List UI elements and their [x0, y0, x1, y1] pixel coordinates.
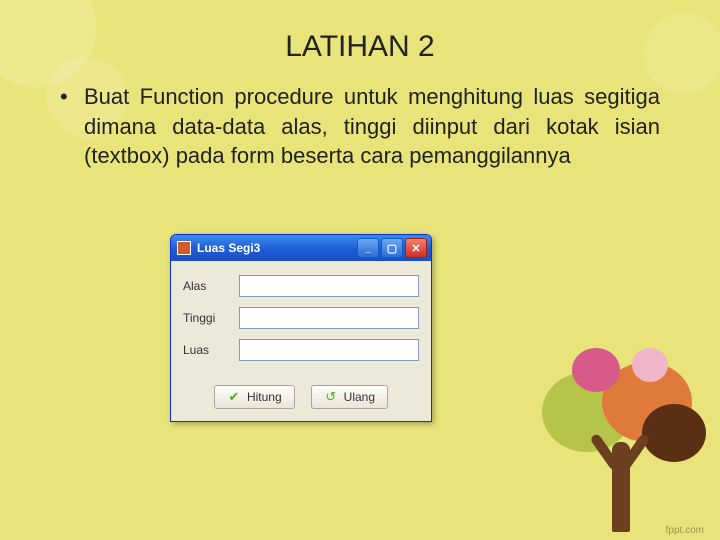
close-button[interactable]: ✕: [405, 238, 427, 258]
luas-label: Luas: [183, 343, 239, 357]
button-row: ✔ Hitung ↺ Ulang: [183, 385, 419, 409]
slide: LATIHAN 2 Buat Function procedure untuk …: [0, 0, 720, 540]
minimize-button[interactable]: _: [357, 238, 379, 258]
field-row-alas: Alas: [183, 275, 419, 297]
ulang-label: Ulang: [344, 390, 375, 404]
titlebar[interactable]: Luas Segi3 _ ▢ ✕: [171, 235, 431, 261]
check-icon: ✔: [227, 390, 241, 404]
footer-credit: fppt.com: [666, 525, 704, 536]
app-window: Luas Segi3 _ ▢ ✕ Alas Tinggi Luas: [170, 234, 432, 422]
tree-illustration: [542, 342, 702, 532]
instruction-bullet: Buat Function procedure untuk menghitung…: [60, 82, 660, 171]
leaf-cloud: [642, 404, 706, 462]
luas-input[interactable]: [239, 339, 419, 361]
leaf-cloud: [632, 348, 668, 382]
redo-icon: ↺: [324, 390, 338, 404]
field-row-tinggi: Tinggi: [183, 307, 419, 329]
window-title: Luas Segi3: [197, 241, 357, 255]
hitung-label: Hitung: [247, 390, 282, 404]
maximize-button[interactable]: ▢: [381, 238, 403, 258]
slide-title: LATIHAN 2: [60, 30, 660, 64]
alas-input[interactable]: [239, 275, 419, 297]
leaf-cloud: [572, 348, 620, 392]
trunk: [612, 442, 630, 532]
ulang-button[interactable]: ↺ Ulang: [311, 385, 388, 409]
app-icon: [177, 241, 191, 255]
hitung-button[interactable]: ✔ Hitung: [214, 385, 295, 409]
window-body: Alas Tinggi Luas ✔ Hitung ↺ Ulang: [171, 261, 431, 421]
tinggi-input[interactable]: [239, 307, 419, 329]
field-row-luas: Luas: [183, 339, 419, 361]
alas-label: Alas: [183, 279, 239, 293]
tinggi-label: Tinggi: [183, 311, 239, 325]
window-controls: _ ▢ ✕: [357, 238, 427, 258]
